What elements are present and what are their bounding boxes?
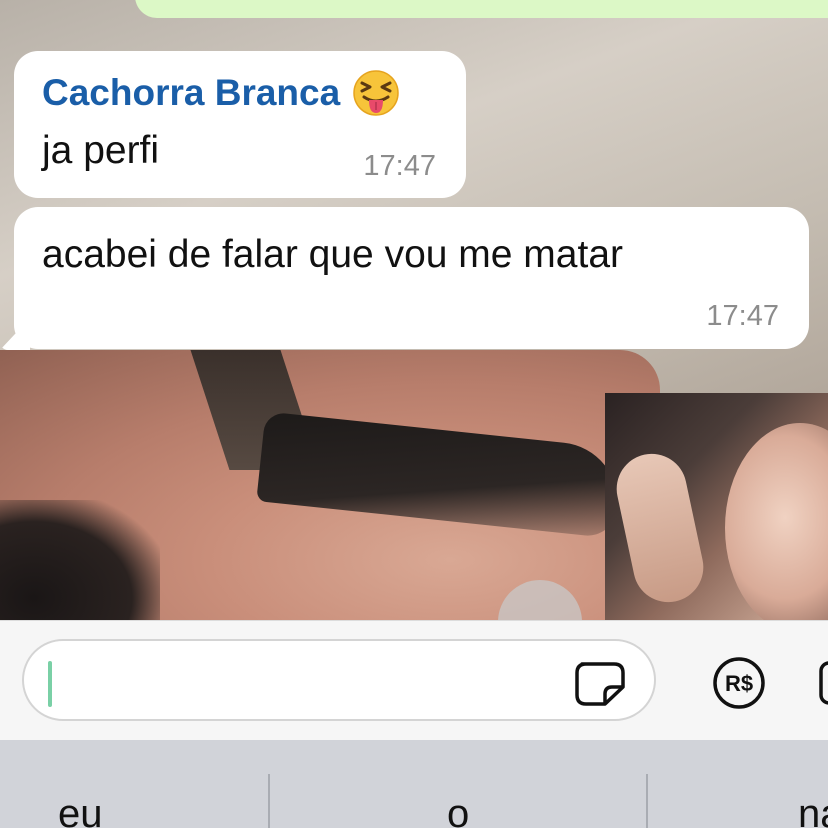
message-text: acabei de falar que vou me matar bbox=[42, 233, 624, 276]
outgoing-message-bubble[interactable] bbox=[135, 0, 828, 18]
suggestion-item[interactable]: na bbox=[798, 792, 828, 828]
media-photo-detail bbox=[725, 423, 828, 620]
message-text: ja perfi bbox=[42, 129, 160, 172]
media-photo-detail bbox=[610, 447, 710, 609]
sender-name-label: Cachorra Branca bbox=[42, 72, 341, 113]
chat-background: Cachorra Branca ja perfi 17:47 acabei de… bbox=[0, 0, 828, 620]
suggestion-item[interactable]: eu bbox=[58, 792, 103, 828]
incoming-message-bubble[interactable]: Cachorra Branca ja perfi 17:47 bbox=[14, 51, 466, 198]
message-input[interactable] bbox=[22, 639, 656, 721]
message-timestamp: 17:47 bbox=[706, 300, 779, 332]
sender-name[interactable]: Cachorra Branca bbox=[42, 69, 400, 117]
suggestion-divider bbox=[268, 774, 270, 828]
squinting-face-with-tongue-icon bbox=[352, 69, 400, 117]
camera-icon[interactable] bbox=[818, 659, 828, 707]
suggestion-divider bbox=[646, 774, 648, 828]
incoming-message-bubble[interactable]: acabei de falar que vou me matar 17:47 bbox=[14, 207, 809, 349]
media-thumbnail[interactable] bbox=[605, 393, 828, 620]
media-photo-detail bbox=[0, 500, 160, 620]
payment-symbol: R$ bbox=[725, 671, 753, 696]
suggestion-item[interactable]: o bbox=[447, 792, 469, 828]
payment-rs-icon[interactable]: R$ bbox=[712, 656, 766, 710]
sticker-icon[interactable] bbox=[574, 661, 626, 707]
keyboard-suggestion-bar: eu o na bbox=[0, 740, 828, 828]
text-caret bbox=[48, 661, 52, 707]
message-timestamp: 17:47 bbox=[363, 150, 436, 182]
message-input-bar: R$ bbox=[0, 620, 828, 740]
